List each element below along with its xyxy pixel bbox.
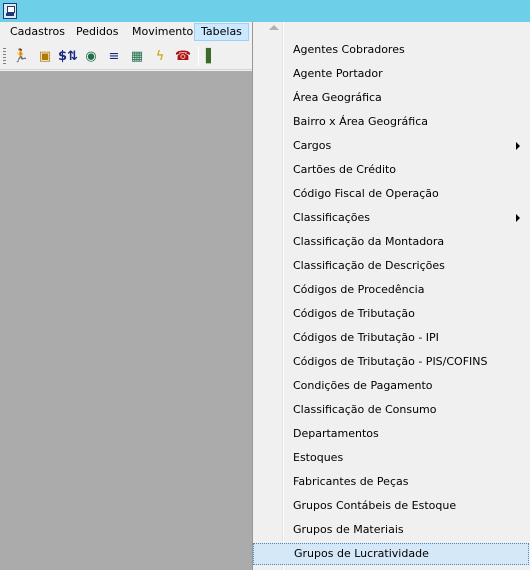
- menu-cadastros[interactable]: Cadastros: [4, 23, 71, 41]
- menu-item-label: Estoques: [293, 451, 344, 464]
- toolbar: 🏃 ▣ $⇅ ◉ ≡ ▦ ϟ ☎ ▌: [0, 42, 252, 70]
- mdi-workspace: [0, 71, 252, 570]
- menu-item[interactable]: Agentes Cobradores: [253, 39, 529, 61]
- menu-item-label: Grupos de Lucratividade: [294, 547, 429, 560]
- menu-item[interactable]: Bairro x Área Geográfica: [253, 111, 529, 133]
- menu-item-label: Grupos de Materiais: [293, 523, 404, 536]
- title-bar: [0, 0, 530, 22]
- scroll-up-arrow-icon[interactable]: [269, 25, 279, 30]
- menu-item-label: Departamentos: [293, 427, 379, 440]
- open-box-icon[interactable]: ▣: [35, 47, 55, 65]
- menu-item[interactable]: Área Geográfica: [253, 87, 529, 109]
- menu-item[interactable]: Códigos de Procedência: [253, 279, 529, 301]
- lightning-icon[interactable]: ϟ: [150, 47, 170, 65]
- calculator-icon[interactable]: ▦: [127, 47, 147, 65]
- menu-item-label: Códigos de Tributação - IPI: [293, 331, 439, 344]
- toolbar-grip[interactable]: [3, 48, 6, 64]
- menu-item-label: Bairro x Área Geográfica: [293, 115, 428, 128]
- align-icon[interactable]: ≡: [104, 47, 124, 65]
- run-icon[interactable]: 🏃: [11, 47, 31, 65]
- menu-bar: Cadastros Pedidos Movimento Tabelas: [0, 22, 252, 42]
- menu-item[interactable]: Códigos de Tributação - PIS/COFINS: [253, 351, 529, 373]
- menu-item[interactable]: Cargos: [253, 135, 529, 157]
- menu-item-label: Classificações: [293, 211, 370, 224]
- menu-item-label: Área Geográfica: [293, 91, 382, 104]
- exit-door-icon[interactable]: ▌: [201, 47, 221, 65]
- menu-item[interactable]: Cartões de Crédito: [253, 159, 529, 181]
- menu-item[interactable]: Departamentos: [253, 423, 529, 445]
- menu-item-label: Agentes Cobradores: [293, 43, 405, 56]
- menu-pedidos[interactable]: Pedidos: [70, 23, 125, 41]
- menu-item[interactable]: Grupos de Materiais: [253, 519, 529, 541]
- menu-item[interactable]: Classificações: [253, 207, 529, 229]
- money-icon[interactable]: $⇅: [58, 47, 78, 65]
- menu-item-label: Cartões de Crédito: [293, 163, 397, 176]
- menu-item[interactable]: Código Fiscal de Operação: [253, 183, 529, 205]
- menu-tabelas[interactable]: Tabelas: [194, 23, 249, 41]
- menu-item-label: Códigos de Tributação - PIS/COFINS: [293, 355, 488, 368]
- menu-item-label: Grupos Contábeis de Estoque: [293, 499, 457, 512]
- menu-item[interactable]: Agente Portador: [253, 63, 529, 85]
- menu-item[interactable]: Grupos de Lucratividade: [253, 543, 529, 565]
- menu-item-label: Condições de Pagamento: [293, 379, 433, 392]
- toolbar-separator: [198, 46, 199, 66]
- submenu-arrow-icon: [516, 142, 520, 150]
- submenu-arrow-icon: [516, 214, 520, 222]
- app-icon[interactable]: [3, 3, 17, 19]
- menu-item[interactable]: Fabricantes de Peças: [253, 471, 529, 493]
- telephone-icon[interactable]: ☎: [173, 47, 193, 65]
- menu-item-label: Código Fiscal de Operação: [293, 187, 439, 200]
- globe-icon[interactable]: ◉: [81, 47, 101, 65]
- menu-item[interactable]: Estoques: [253, 447, 529, 469]
- menu-item-label: Códigos de Tributação: [293, 307, 415, 320]
- menu-item-label: Classificação de Descrições: [293, 259, 445, 272]
- menu-item[interactable]: Códigos de Tributação: [253, 303, 529, 325]
- menu-item[interactable]: Classificação de Descrições: [253, 255, 529, 277]
- menu-item[interactable]: Grupos Contábeis de Estoque: [253, 495, 529, 517]
- menu-item[interactable]: Classificação de Consumo: [253, 399, 529, 421]
- menu-item[interactable]: Classificação da Montadora: [253, 231, 529, 253]
- menu-item-label: Classificação de Consumo: [293, 403, 437, 416]
- menu-movimento[interactable]: Movimento: [126, 23, 199, 41]
- menu-item-label: Códigos de Procedência: [293, 283, 425, 296]
- menu-item-label: Cargos: [293, 139, 332, 152]
- menu-item[interactable]: Códigos de Tributação - IPI: [253, 327, 529, 349]
- menu-item-label: Classificação da Montadora: [293, 235, 445, 248]
- menu-item-label: Fabricantes de Peças: [293, 475, 409, 488]
- menu-item-label: Agente Portador: [293, 67, 383, 80]
- tabelas-dropdown-menu: Agentes Cobradores Agente Portador Área Ge…: [252, 22, 530, 570]
- menu-item[interactable]: Condições de Pagamento: [253, 375, 529, 397]
